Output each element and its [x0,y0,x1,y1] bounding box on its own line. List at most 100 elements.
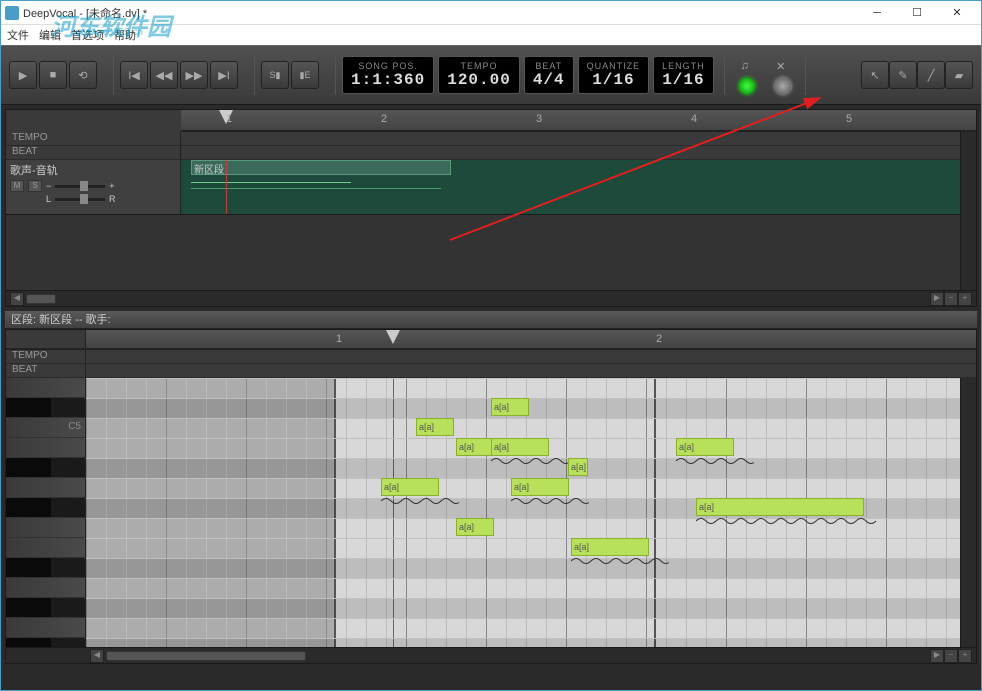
play-button[interactable]: ▶ [9,61,37,89]
zoom-in-btn[interactable]: + [958,292,972,306]
piano-zoom-out[interactable]: − [944,649,958,663]
volume-slider[interactable] [55,185,105,188]
tempo-row-label: TEMPO [6,132,181,145]
tempo-row-grid[interactable] [181,132,976,145]
songpos-value: 1:1:360 [351,71,425,89]
midi-note[interactable]: a[a] [696,498,864,516]
tempo-display[interactable]: TEMPO 120.00 [438,56,520,94]
loop-button[interactable]: ⟲ [69,61,97,89]
tempo-label: TEMPO [447,61,511,71]
goto-end-button[interactable]: ▶I [210,61,238,89]
midi-note[interactable]: a[a] [381,478,439,496]
solo-button[interactable]: S [28,180,42,192]
goto-start-button[interactable]: I◀ [120,61,148,89]
scroll-left-btn[interactable]: ◀ [10,292,24,306]
track-ruler[interactable]: 1 2 3 4 5 6 [181,110,976,132]
menubar: 文件 编辑 首选项 帮助 河东软件园 www.pc0359.cn [1,25,981,45]
marker-end-button[interactable]: ▮E [291,61,319,89]
piano-beat-label: BEAT [6,364,86,378]
ruler-5: 5 [846,113,852,125]
piano-grid[interactable]: a[a]a[a]a[a]a[a]a[a]a[a]a[a]a[a]a[a]a[a]… [86,378,960,647]
marker-start-button[interactable]: S▮ [261,61,289,89]
stop-button[interactable]: ■ [39,61,67,89]
track-content[interactable]: 新区段 [181,160,976,214]
midi-note[interactable]: a[a] [676,438,734,456]
piano-tempo-grid[interactable] [86,350,976,364]
key-c5: C5 [68,421,81,432]
mute-button[interactable]: M [10,180,24,192]
led-grey[interactable] [775,78,791,94]
close-button[interactable]: ✕ [937,1,977,25]
zoom-out-btn[interactable]: − [944,292,958,306]
piano-scrollbar[interactable]: ◀ ▶ − + [6,647,976,663]
piano-keyboard[interactable]: C5 C4 [6,378,86,647]
menu-file[interactable]: 文件 [7,27,29,43]
piano-zoom-in[interactable]: + [958,649,972,663]
rewind-button[interactable]: ◀◀ [150,61,178,89]
eraser-tool[interactable]: ▰ [945,61,973,89]
segment-header: 区段: 新区段 -- 歌手: [5,311,977,329]
piano-scroll-left[interactable]: ◀ [90,649,104,663]
menu-help[interactable]: 帮助 [114,27,136,43]
length-label: LENGTH [662,61,705,71]
region-block[interactable]: 新区段 [191,160,451,175]
forward-button[interactable]: ▶▶ [180,61,208,89]
piano-area: 1 2 TEMPO BEAT C5 C4 [5,329,977,664]
midi-note[interactable]: a[a] [456,438,494,456]
length-value: 1/16 [662,71,705,89]
midi-note[interactable]: a[a] [491,398,529,416]
midi-note[interactable]: a[a] [511,478,569,496]
pencil-tool[interactable]: ✎ [889,61,917,89]
piano-playhead-marker[interactable] [386,330,400,344]
titlebar: DeepVocal - [未命名.dv] * ─ ☐ ✕ [1,1,981,25]
scroll-right-btn[interactable]: ▶ [930,292,944,306]
midi-note[interactable]: a[a] [456,518,494,536]
quantize-value: 1/16 [587,71,641,89]
vol-minus: − [46,181,51,191]
pan-l: L [46,194,51,204]
quantize-display[interactable]: QUANTIZE 1/16 [578,56,650,94]
ruler-1: 1 [226,113,232,125]
window-title: DeepVocal - [未命名.dv] * [23,5,857,21]
toolbar: ▶ ■ ⟲ I◀ ◀◀ ▶▶ ▶I S▮ ▮E SONG POS. 1:1:36… [1,45,981,105]
pointer-tool[interactable]: ↖ [861,61,889,89]
shuffle-icon[interactable]: ✕ [771,56,791,76]
track-scroll-thumb[interactable] [26,294,56,304]
piano-ruler[interactable]: 1 2 [86,330,976,348]
menu-pref[interactable]: 首选项 [71,27,104,43]
track-row: 歌声-音轨 M S − + L R 新区段 [6,160,976,215]
led-green[interactable] [739,78,755,94]
track-name: 歌声-音轨 [10,162,176,178]
track-area: 1 2 3 4 5 6 TEMPO BEAT 歌声-音轨 M S − + [5,109,977,307]
pan-r: R [109,194,116,204]
track-header[interactable]: 歌声-音轨 M S − + L R [6,160,181,214]
ruler-4: 4 [691,113,697,125]
midi-note[interactable]: a[a] [416,418,454,436]
beat-display[interactable]: BEAT 4/4 [524,56,574,94]
beat-row-grid[interactable] [181,146,976,159]
songpos-label: SONG POS. [351,61,425,71]
minimize-button[interactable]: ─ [857,1,897,25]
piano-ruler-1: 1 [336,333,342,345]
length-display[interactable]: LENGTH 1/16 [653,56,714,94]
midi-note[interactable]: a[a] [571,538,649,556]
piano-ruler-2: 2 [656,333,662,345]
pan-slider[interactable] [55,198,105,201]
piano-scroll-right[interactable]: ▶ [930,649,944,663]
menu-edit[interactable]: 编辑 [39,27,61,43]
ruler-3: 3 [536,113,542,125]
maximize-button[interactable]: ☐ [897,1,937,25]
ruler-2: 2 [381,113,387,125]
songpos-display[interactable]: SONG POS. 1:1:360 [342,56,434,94]
track-vscroll[interactable] [960,132,976,290]
line-tool[interactable]: ╱ [917,61,945,89]
beat-label: BEAT [533,61,565,71]
piano-scroll-thumb[interactable] [106,651,306,661]
track-scrollbar[interactable]: ◀ ▶ − + [6,290,976,306]
piano-beat-grid[interactable] [86,364,976,378]
midi-note[interactable]: a[a] [491,438,549,456]
music-note-icon[interactable]: ♫ [735,56,755,76]
vol-plus: + [109,181,114,191]
piano-vscroll[interactable] [960,378,976,647]
midi-note[interactable]: a[a] [568,458,588,476]
